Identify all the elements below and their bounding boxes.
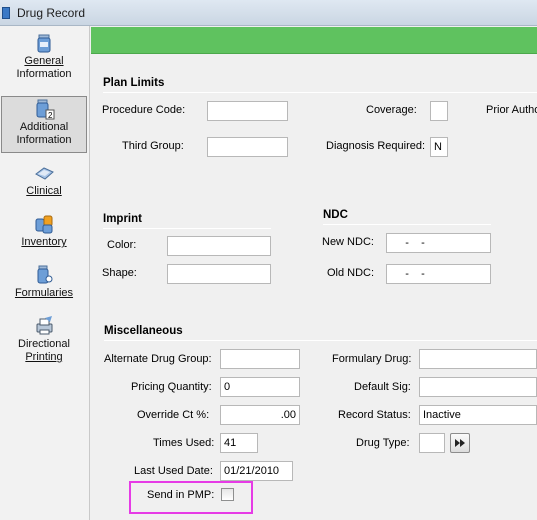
ndc-divider (323, 224, 491, 225)
formulary-drug-label: Formulary Drug: (332, 353, 412, 365)
shape-field[interactable] (167, 264, 271, 284)
imprint-heading: Imprint (103, 213, 142, 225)
diagnosis-required-label: Diagnosis Required: (326, 140, 426, 152)
diagnosis-required-field[interactable]: N (430, 137, 448, 157)
third-group-label: Third Group: (122, 140, 184, 152)
new-ndc-field[interactable]: - - (386, 233, 491, 253)
default-sig-label: Default Sig: (354, 381, 411, 393)
coverage-field[interactable] (430, 101, 448, 121)
sidebar-item-label-line1: Directional (18, 338, 70, 350)
drug-type-field[interactable] (419, 433, 445, 453)
record-status-field[interactable]: Inactive (419, 405, 537, 425)
sidebar: General Information 2 Additional Informa… (0, 26, 90, 520)
sidebar-item-label-line1: Formularies (14, 287, 74, 299)
pricing-quantity-field[interactable]: 0 (220, 377, 300, 397)
alternate-drug-group-label: Alternate Drug Group: (104, 353, 212, 365)
record-status-label: Record Status: (338, 409, 411, 421)
sidebar-item-label-line1: Clinical (26, 185, 62, 197)
old-ndc-label: Old NDC: (327, 267, 375, 279)
sidebar-item-label: Formularies (0, 287, 88, 300)
new-ndc-label: New NDC: (322, 236, 374, 248)
override-ct-field[interactable]: .00 (220, 405, 300, 425)
sidebar-item-label-line2: Information (16, 68, 72, 80)
miscellaneous-heading: Miscellaneous (104, 325, 183, 337)
sidebar-item-label-line1: Additional (19, 121, 69, 133)
sidebar-item-additional-information[interactable]: 2 Additional Information (1, 96, 87, 153)
window-titlebar: Drug Record (0, 0, 537, 26)
drug-type-lookup-button[interactable] (450, 433, 470, 453)
alternate-drug-group-field[interactable] (220, 349, 300, 369)
prior-auth-label: Prior Autho (486, 104, 537, 116)
default-sig-field[interactable] (419, 377, 537, 397)
sidebar-item-directional-printing[interactable]: Directional Printing (0, 315, 88, 367)
app-icon (2, 7, 10, 19)
color-label: Color: (107, 239, 137, 251)
plan-limits-heading: Plan Limits (103, 77, 165, 89)
sidebar-item-formularies[interactable]: Formularies (0, 264, 88, 304)
send-in-pmp-label: Send in PMP: (147, 489, 215, 501)
send-in-pmp-checkbox[interactable] (221, 488, 234, 501)
miscellaneous-divider (104, 340, 537, 341)
coverage-label: Coverage: (366, 104, 417, 116)
procedure-code-field[interactable] (207, 101, 288, 121)
formularies-icon (37, 265, 53, 284)
window-title: Drug Record (17, 6, 86, 20)
sidebar-item-general-information[interactable]: General Information (0, 32, 88, 86)
sidebar-item-label-line1: General (24, 55, 64, 67)
general-information-icon (37, 34, 51, 53)
sidebar-item-clinical[interactable]: Clinical (0, 162, 88, 202)
pricing-quantity-label: Pricing Quantity: (131, 381, 212, 393)
additional-information-icon: 2 (36, 99, 55, 120)
formulary-drug-field[interactable] (419, 349, 537, 369)
sidebar-item-label: Clinical (0, 185, 88, 198)
directional-printing-icon (36, 316, 53, 335)
ndc-heading: NDC (323, 209, 348, 221)
fast-forward-icon (455, 439, 465, 447)
last-used-date-field[interactable]: 01/21/2010 (220, 461, 293, 481)
shape-label: Shape: (102, 267, 137, 279)
imprint-divider (103, 228, 271, 229)
sidebar-item-label: Inventory (0, 236, 88, 249)
times-used-field[interactable]: 41 (220, 433, 258, 453)
sidebar-item-label-line2: Printing (25, 351, 63, 363)
sidebar-item-label-line1: Inventory (21, 236, 67, 248)
old-ndc-field[interactable]: - - (386, 264, 491, 284)
sidebar-item-label: Printing (0, 351, 88, 364)
plan-limits-divider (103, 92, 537, 93)
last-used-date-label: Last Used Date: (134, 465, 213, 477)
procedure-code-label: Procedure Code: (102, 104, 186, 116)
times-used-label: Times Used: (153, 437, 215, 449)
header-bar (91, 27, 537, 54)
clinical-icon (35, 167, 54, 180)
sidebar-item-label-line2: Information (16, 134, 72, 146)
override-ct-label: Override Ct %: (137, 409, 210, 421)
drug-type-label: Drug Type: (356, 437, 410, 449)
third-group-field[interactable] (207, 137, 288, 157)
svg-text:2: 2 (48, 111, 53, 120)
color-field[interactable] (167, 236, 271, 256)
sidebar-item-label: General (0, 55, 88, 68)
inventory-icon (35, 215, 53, 234)
sidebar-item-inventory[interactable]: Inventory (0, 213, 88, 253)
